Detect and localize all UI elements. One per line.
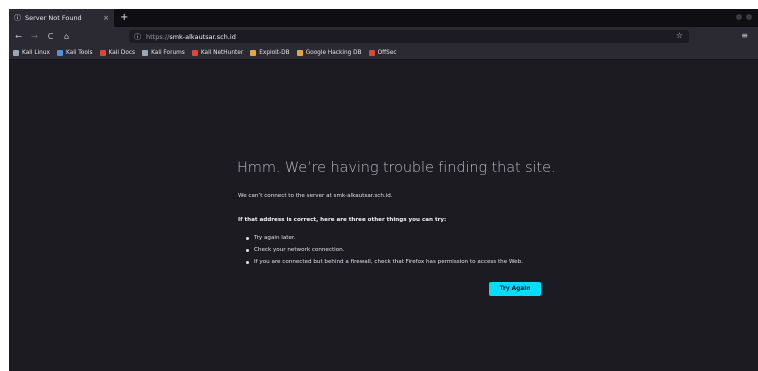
list-item: If you are connected but behind a firewa… [246, 256, 523, 268]
kali-dragon-icon [13, 49, 19, 56]
bookmarks-toolbar: Kali Linux Kali Tools Kali Docs Kali For… [9, 46, 758, 60]
url-host: smk-alkautsar.sch.id [169, 32, 236, 41]
bookmark-kali-nethunter[interactable]: Kali NetHunter [191, 49, 243, 56]
tab-server-not-found[interactable]: ⓘ Server Not Found × [9, 9, 114, 27]
site-info-icon[interactable]: ⓘ [134, 32, 141, 42]
close-tab-icon[interactable]: × [103, 14, 109, 22]
bookmark-kali-linux[interactable]: Kali Linux [13, 49, 50, 56]
bookmark-kali-docs[interactable]: Kali Docs [99, 49, 135, 56]
url-scheme: https:// [146, 32, 170, 41]
offsec-icon [368, 49, 375, 56]
forward-arrow-icon[interactable]: → [28, 32, 41, 41]
list-item: Check your network connection. [246, 244, 523, 256]
reload-icon[interactable]: C [44, 32, 57, 41]
minimize-button[interactable] [736, 14, 742, 20]
tab-label: Server Not Found [25, 14, 82, 22]
kali-tools-icon [56, 49, 63, 56]
try-again-button[interactable]: Try Again [489, 282, 541, 296]
warning-icon: ⓘ [14, 14, 21, 22]
bookmark-offsec[interactable]: OffSec [368, 49, 397, 56]
browser-window: ⓘ Server Not Found × + ← → C ⌂ ⓘ https:/… [9, 9, 758, 371]
tab-strip: ⓘ Server Not Found × + [9, 9, 758, 27]
url-bar[interactable]: ⓘ https:// smk-alkautsar.sch.id ☆ [129, 30, 689, 43]
error-description: We can’t connect to the server at smk-al… [238, 193, 393, 199]
kali-forums-icon [142, 49, 149, 56]
back-arrow-icon[interactable]: ← [12, 32, 25, 41]
exploit-db-icon [250, 49, 257, 56]
error-page: Hmm. We’re having trouble finding that s… [9, 60, 758, 371]
error-title: Hmm. We’re having trouble finding that s… [237, 160, 556, 176]
bookmark-exploit-db[interactable]: Exploit-DB [250, 49, 290, 56]
new-tab-button[interactable]: + [120, 13, 128, 23]
window-controls [736, 14, 752, 20]
ghdb-icon [296, 49, 303, 56]
kali-docs-icon [99, 49, 106, 56]
home-icon[interactable]: ⌂ [60, 32, 73, 41]
list-item: Try again later. [246, 232, 523, 244]
bookmark-kali-forums[interactable]: Kali Forums [142, 49, 185, 56]
suggestion-list: Try again later. Check your network conn… [246, 232, 523, 268]
error-subtitle: If that address is correct, here are thr… [238, 217, 447, 223]
bookmark-kali-tools[interactable]: Kali Tools [56, 49, 93, 56]
close-window-button[interactable] [746, 14, 752, 20]
bullet-icon [246, 260, 249, 264]
bullet-icon [246, 248, 249, 252]
nethunter-icon [191, 49, 198, 56]
bookmark-star-icon[interactable]: ☆ [676, 31, 683, 40]
bookmark-google-hacking-db[interactable]: Google Hacking DB [296, 49, 362, 56]
bullet-icon [246, 236, 249, 240]
hamburger-menu-icon[interactable]: ≡ [741, 31, 748, 40]
navigation-toolbar: ← → C ⌂ ⓘ https:// smk-alkautsar.sch.id … [9, 27, 758, 46]
